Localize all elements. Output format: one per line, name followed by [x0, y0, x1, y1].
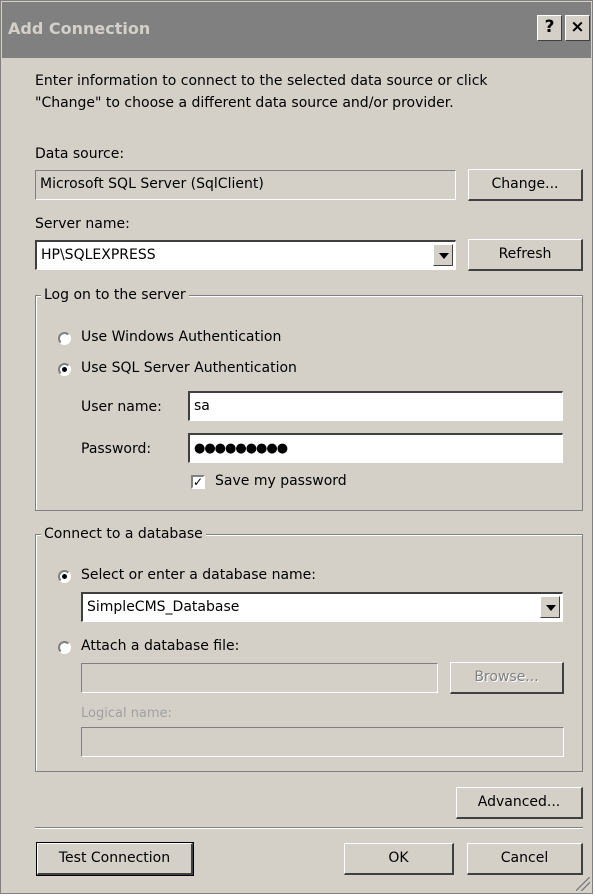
intro-line-2: "Change" to choose a different data sour…	[35, 95, 454, 111]
refresh-button[interactable]: Refresh	[468, 239, 583, 271]
cancel-button[interactable]: Cancel	[467, 843, 583, 875]
password-input[interactable]: ●●●●●●●●●	[188, 433, 563, 463]
select-database-label[interactable]: Select or enter a database name:	[81, 567, 316, 583]
sql-auth-radio[interactable]	[58, 363, 71, 376]
password-value: ●●●●●●●●●	[194, 441, 288, 456]
server-name-combobox[interactable]: HP\SQLEXPRESS	[35, 240, 456, 270]
intro-line-1: Enter information to connect to the sele…	[35, 73, 488, 89]
password-label: Password:	[81, 441, 152, 457]
browse-button[interactable]: Browse...	[450, 662, 564, 694]
windows-auth-radio[interactable]	[58, 332, 71, 345]
save-password-checkbox[interactable]: ✓	[191, 475, 205, 489]
help-button[interactable]: ?	[537, 15, 562, 41]
username-value: sa	[194, 398, 210, 414]
server-name-value: HP\SQLEXPRESS	[41, 247, 156, 263]
username-input[interactable]: sa	[188, 391, 563, 421]
sql-auth-label[interactable]: Use SQL Server Authentication	[81, 360, 297, 376]
select-database-radio[interactable]	[58, 570, 71, 583]
add-connection-dialog: Add Connection ? × Enter information to …	[0, 0, 593, 894]
attach-file-input[interactable]	[81, 663, 438, 693]
title-bar[interactable]: Add Connection ? ×	[2, 2, 591, 58]
resize-grip-icon[interactable]	[576, 877, 590, 891]
attach-database-label[interactable]: Attach a database file:	[81, 638, 239, 654]
window-title: Add Connection	[8, 19, 151, 38]
server-name-label: Server name:	[35, 216, 130, 232]
windows-auth-label[interactable]: Use Windows Authentication	[81, 329, 281, 345]
data-source-field: Microsoft SQL Server (SqlClient)	[35, 170, 456, 200]
logical-name-label: Logical name:	[81, 706, 172, 721]
database-name-combobox[interactable]: SimpleCMS_Database	[81, 592, 563, 622]
advanced-button[interactable]: Advanced...	[456, 787, 583, 819]
chevron-down-icon[interactable]	[433, 244, 453, 266]
database-legend: Connect to a database	[41, 526, 206, 542]
chevron-down-icon[interactable]	[540, 596, 560, 618]
username-label: User name:	[81, 399, 162, 415]
change-button[interactable]: Change...	[468, 169, 583, 201]
save-password-label[interactable]: Save my password	[215, 473, 347, 489]
bottom-separator	[35, 827, 583, 829]
logon-legend: Log on to the server	[41, 287, 189, 303]
attach-database-radio[interactable]	[58, 641, 71, 654]
close-button[interactable]: ×	[565, 15, 590, 41]
database-name-value: SimpleCMS_Database	[87, 599, 240, 615]
ok-button[interactable]: OK	[344, 843, 454, 875]
data-source-value: Microsoft SQL Server (SqlClient)	[40, 176, 264, 192]
data-source-label: Data source:	[35, 146, 125, 162]
test-connection-button[interactable]: Test Connection	[36, 842, 194, 876]
logical-name-input[interactable]	[81, 727, 564, 757]
